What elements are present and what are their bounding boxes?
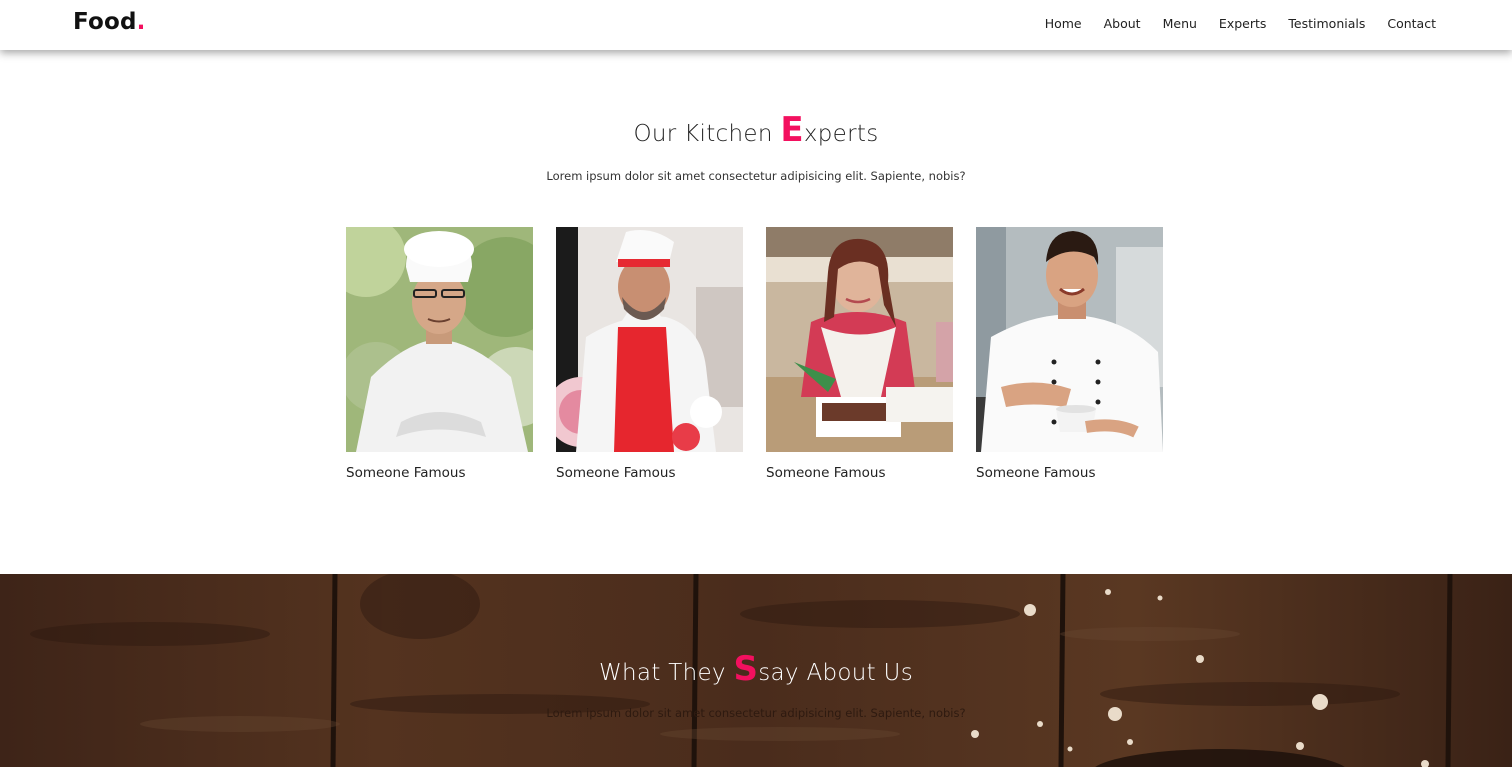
testimonials-subtitle: Lorem ipsum dolor sit amet consectetur a… xyxy=(546,706,966,720)
expert-photo xyxy=(346,227,533,452)
brand-logo[interactable]: Food. xyxy=(73,9,146,35)
expert-card[interactable]: Someone Famous xyxy=(766,227,953,481)
nav-link-menu[interactable]: Menu xyxy=(1163,16,1197,31)
testimonials-title: What They Ssay About Us xyxy=(0,652,1512,686)
brand-name: Food xyxy=(73,9,137,35)
nav-link-contact[interactable]: Contact xyxy=(1387,16,1436,31)
expert-name: Someone Famous xyxy=(976,465,1096,481)
testimonials-title-accent: S xyxy=(733,649,759,689)
testimonials-title-end: say About Us xyxy=(758,660,913,686)
expert-photo xyxy=(556,227,743,452)
brand-dot: . xyxy=(136,9,146,35)
expert-name: Someone Famous xyxy=(766,465,886,481)
nav-link-home[interactable]: Home xyxy=(1045,16,1082,31)
navbar: Food. Home About Menu Experts Testimonia… xyxy=(0,0,1512,50)
nav-link-testimonials[interactable]: Testimonials xyxy=(1288,16,1365,31)
experts-title-accent: E xyxy=(780,110,804,150)
testimonials-section: What They Ssay About Us Lorem ipsum dolo… xyxy=(0,574,1512,767)
expert-card[interactable]: Someone Famous xyxy=(556,227,743,481)
expert-photo xyxy=(766,227,953,452)
experts-title-start: Our Kitchen xyxy=(633,121,781,147)
experts-title-end: xperts xyxy=(803,121,879,147)
experts-grid: Someone Famous Someone Famous Someone Fa… xyxy=(346,227,1166,487)
nav-link-about[interactable]: About xyxy=(1104,16,1141,31)
experts-subtitle: Lorem ipsum dolor sit amet consectetur a… xyxy=(546,169,966,183)
testimonials-title-start: What They xyxy=(599,660,734,686)
expert-name: Someone Famous xyxy=(346,465,466,481)
nav-menu: Home About Menu Experts Testimonials Con… xyxy=(1023,16,1436,31)
expert-card[interactable]: Someone Famous xyxy=(976,227,1163,481)
expert-name: Someone Famous xyxy=(556,465,676,481)
nav-link-experts[interactable]: Experts xyxy=(1219,16,1266,31)
expert-card[interactable]: Someone Famous xyxy=(346,227,533,481)
experts-title: Our Kitchen Experts xyxy=(0,113,1512,147)
expert-photo xyxy=(976,227,1163,452)
